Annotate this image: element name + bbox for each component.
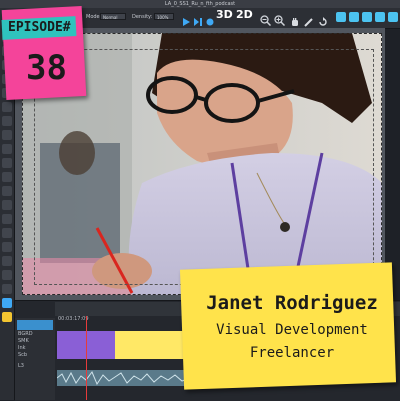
rotate-icon[interactable]: [318, 12, 328, 26]
view-top-icon[interactable]: [375, 12, 385, 22]
timeline-clip-yellow[interactable]: [115, 331, 190, 359]
light-table-icon[interactable]: [2, 312, 12, 322]
mode-select[interactable]: Normal: [100, 13, 126, 20]
grid-tool-icon[interactable]: [2, 284, 12, 294]
view-right-icon[interactable]: [362, 12, 372, 22]
layer-tool-icon[interactable]: [2, 242, 12, 252]
track-name[interactable]: Ink: [18, 345, 26, 352]
bone-tool-icon[interactable]: [2, 228, 12, 238]
paint-tool-icon[interactable]: [2, 144, 12, 154]
pen-tool-icon[interactable]: [2, 172, 12, 182]
zoom-out-icon[interactable]: [260, 11, 272, 27]
guest-company: Freelancer: [249, 345, 335, 361]
track-name[interactable]: Scb: [18, 352, 27, 359]
dropper-tool-icon[interactable]: [2, 158, 12, 168]
rectangle-tool-icon[interactable]: [2, 130, 12, 140]
guest-name: Janet Rodriguez: [206, 292, 378, 314]
view-camera-icon[interactable]: [388, 12, 398, 22]
view-left-icon[interactable]: [336, 12, 346, 22]
mode-3d-button[interactable]: 3D: [216, 9, 233, 21]
color-swatch-icon[interactable]: [2, 298, 12, 308]
episode-sticky-note: EPISODE# 38: [1, 5, 87, 101]
episode-number: 38: [26, 48, 67, 88]
hand-tool-icon[interactable]: [2, 200, 12, 210]
brush-icon[interactable]: [303, 12, 313, 27]
playhead[interactable]: [86, 316, 87, 400]
hand-icon[interactable]: [290, 12, 300, 26]
audio-track-name[interactable]: L3: [18, 363, 24, 370]
density-label: Density:: [132, 14, 153, 20]
text-tool-icon[interactable]: [2, 116, 12, 126]
track-name[interactable]: SMK: [18, 338, 29, 345]
ink-tool-icon[interactable]: [2, 102, 12, 112]
guest-role: Visual Development: [216, 322, 368, 338]
zoom-tool-icon[interactable]: [2, 186, 12, 196]
track-name[interactable]: BGRD: [18, 331, 33, 338]
guest-name-sticky-note: Janet Rodriguez Visual Development Freel…: [179, 262, 397, 390]
mode-2d-button[interactable]: 2D: [236, 9, 253, 21]
view-front-icon[interactable]: [349, 12, 359, 22]
episode-label: EPISODE#: [8, 20, 71, 35]
audio-waveform-clip[interactable]: [56, 370, 191, 386]
play-icon[interactable]: [181, 12, 191, 26]
step-forward-icon[interactable]: [193, 12, 203, 26]
density-select[interactable]: 100%: [154, 13, 174, 20]
camera-tool-icon[interactable]: [2, 214, 12, 224]
onion-skin-tool-icon[interactable]: [2, 270, 12, 280]
zoom-in-icon[interactable]: [274, 11, 286, 27]
record-icon[interactable]: [205, 12, 215, 26]
timecode: 00:03:17:09: [58, 316, 89, 322]
morph-tool-icon[interactable]: [2, 256, 12, 266]
track-header-selected[interactable]: [17, 320, 53, 330]
